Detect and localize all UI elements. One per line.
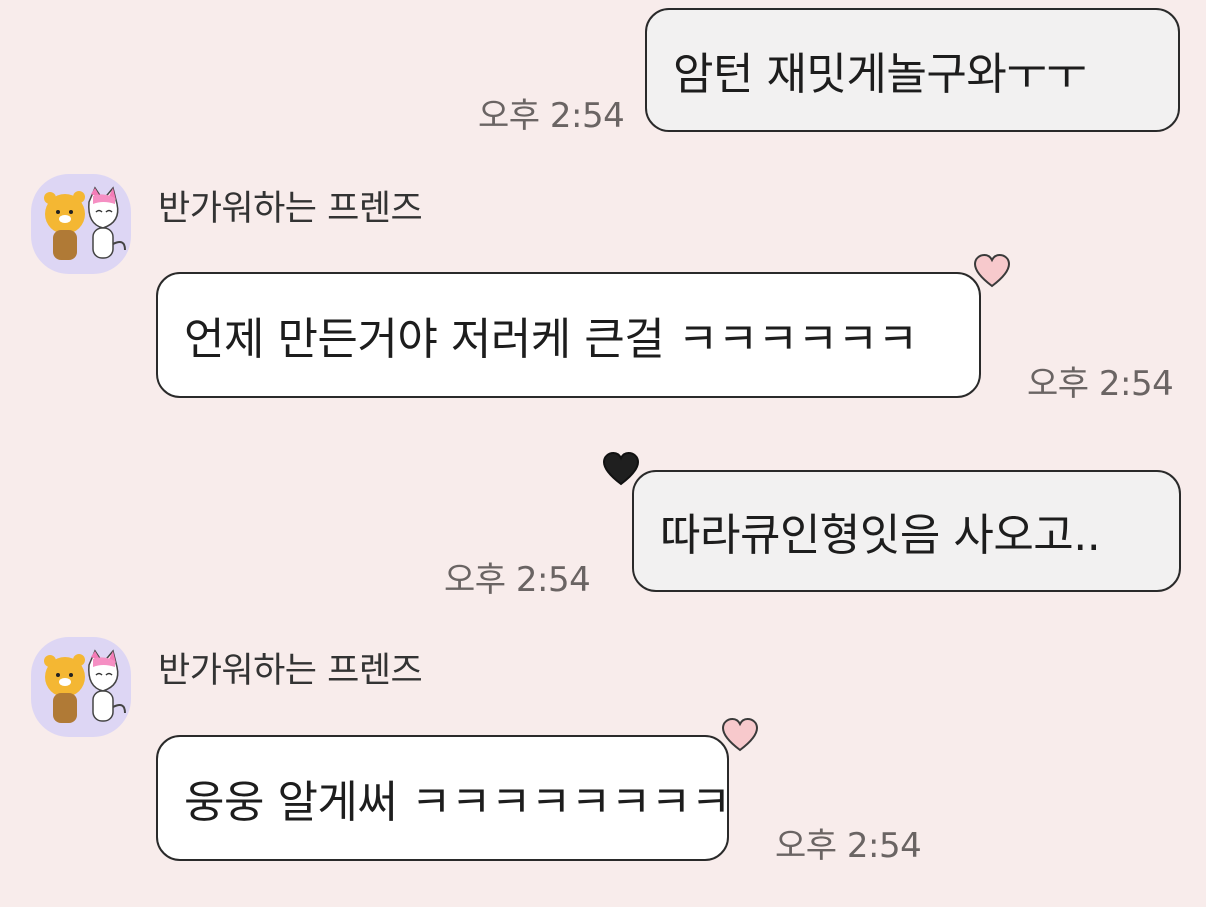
pink-heart-icon[interactable] <box>972 252 1012 290</box>
outgoing-message-bubble[interactable]: 암턴 재밋게놀구와ㅜㅜ <box>645 8 1180 132</box>
message-time: 오후 2:54 <box>1027 364 1174 404</box>
incoming-message-bubble[interactable]: 언제 만든거야 저러케 큰걸 ㅋㅋㅋㅋㅋㅋ <box>156 272 981 398</box>
sender-avatar[interactable] <box>31 174 131 274</box>
message-text: 언제 만든거야 저러케 큰걸 ㅋㅋㅋㅋㅋㅋ <box>184 314 918 365</box>
pink-heart-icon[interactable] <box>720 716 760 754</box>
incoming-message-bubble[interactable]: 웅웅 알게써 ㅋㅋㅋㅋㅋㅋㅋㅋ <box>156 735 729 861</box>
chat-message-list[interactable]: 오후 2:54 암턴 재밋게놀구와ㅜㅜ 반가워하는 프렌즈 언제 만든거야 저러… <box>0 0 1206 907</box>
sender-avatar[interactable] <box>31 637 131 737</box>
message-time: 오후 2:54 <box>478 96 625 136</box>
outgoing-message-bubble[interactable]: 따라큐인형잇음 사오고.. <box>632 470 1181 592</box>
sender-name: 반가워하는 프렌즈 <box>158 651 423 691</box>
message-time: 오후 2:54 <box>444 560 591 600</box>
ryan-and-cat-avatar-icon <box>44 186 126 260</box>
sender-name: 반가워하는 프렌즈 <box>158 189 423 229</box>
message-text: 따라큐인형잇음 사오고.. <box>660 510 1101 561</box>
message-text: 암턴 재밋게놀구와ㅜㅜ <box>673 49 1087 100</box>
message-text: 웅웅 알게써 ㅋㅋㅋㅋㅋㅋㅋㅋ <box>184 777 729 828</box>
message-time: 오후 2:54 <box>775 826 922 866</box>
ryan-and-cat-avatar-icon <box>44 649 126 723</box>
